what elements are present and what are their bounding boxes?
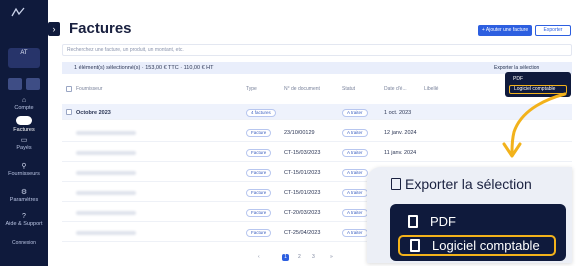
supplier-cell (76, 151, 136, 155)
help-icon: ? (22, 213, 26, 220)
export-pdf-option[interactable]: PDF (398, 211, 556, 232)
type-chip: Facture (246, 189, 272, 197)
bank-icon: ⌂ (21, 97, 27, 104)
sidebar-item-label: Paramètres (9, 197, 39, 203)
status-chip: A traiter (342, 189, 368, 197)
doc-number-cell: CT-15/03/2023 (284, 150, 321, 156)
type-chip: Facture (246, 129, 272, 137)
document-icon (410, 239, 420, 252)
sidebar-item-label: Fournisseurs (8, 171, 40, 177)
group-label: Octobre 2023 (76, 110, 111, 116)
next-page-button[interactable]: » (330, 254, 333, 260)
toggle-right[interactable] (26, 78, 40, 90)
column-header[interactable]: Statut (342, 86, 355, 92)
add-invoice-button[interactable]: + Ajouter une facture (478, 25, 532, 36)
column-header[interactable]: Type (246, 86, 257, 92)
sidebar-item-label: Factures (13, 127, 35, 133)
column-header[interactable]: Libellé (424, 86, 438, 92)
sidebar-item-factures[interactable]: Factures (0, 116, 48, 134)
sidebar-item-parametres[interactable]: ⚙ Paramètres (0, 189, 48, 204)
supplier-cell (76, 131, 136, 135)
export-accounting-software-option[interactable]: Logiciel comptable (398, 235, 556, 256)
view-toggles (8, 78, 40, 90)
callout-arrow (502, 92, 567, 158)
selection-summary: 1 élément(s) sélectionné(s) · 153,00 € T… (74, 65, 214, 71)
option-label: Logiciel comptable (432, 238, 540, 253)
app-logo (10, 6, 26, 20)
sidebar-item-aide[interactable]: ? Aide & Support (0, 213, 48, 228)
page-title: Factures (69, 20, 132, 37)
avatar[interactable]: AT (8, 48, 40, 68)
status-chip: A traiter (342, 229, 368, 237)
prev-page-button[interactable]: ‹ (258, 254, 260, 260)
type-chip: Facture (246, 209, 272, 217)
doc-number-cell: CT-20/03/2023 (284, 210, 321, 216)
sidebar-bottom-label: Connexion (12, 240, 36, 246)
sidebar-item-label: Payés (16, 145, 32, 151)
sidebar-item-label: Compte (14, 105, 34, 111)
sidebar-bottom-link[interactable]: Connexion (0, 240, 48, 246)
date-cell: 12 janv. 2024 (384, 130, 417, 136)
doc-number-cell: CT-25/04/2023 (284, 230, 321, 236)
type-chip: Facture (246, 229, 272, 237)
export-icon (391, 178, 401, 190)
avatar-initials: AT (20, 50, 28, 56)
sidebar-item-payes[interactable]: ▭ Payés (0, 137, 48, 152)
type-chip: 4 factures (246, 109, 276, 117)
date-cell: 1 oct. 2023 (384, 110, 412, 116)
sidebar-item-label: Aide & Support (5, 221, 43, 227)
sidebar: AT ⌂ Compte Factures ▭ Payés ⚲ Fournisse… (0, 0, 48, 266)
supplier-cell (76, 191, 136, 195)
export-dropdown-menu: PDF Logiciel comptable (390, 204, 566, 261)
document-icon (408, 215, 418, 228)
invoice-icon (16, 116, 32, 125)
status-chip: A traiter (342, 209, 368, 217)
doc-number-cell: CT-15/01/2023 (284, 190, 321, 196)
export-button[interactable]: Exporter (535, 25, 571, 36)
status-chip: A traiter (342, 109, 368, 117)
settings-icon: ⚙ (20, 189, 28, 196)
sidebar-item-fournisseurs[interactable]: ⚲ Fournisseurs (0, 163, 48, 178)
page-2-button[interactable]: 2 (298, 254, 301, 260)
column-header[interactable]: N° de document (284, 86, 320, 92)
page-3-button[interactable]: 3 (312, 254, 315, 260)
pagination: ‹ 1 2 3 » (250, 254, 360, 262)
select-all-checkbox[interactable] (66, 86, 72, 92)
status-chip: A traiter (342, 149, 368, 157)
search-icon: ⚲ (21, 163, 27, 170)
toggle-left[interactable] (8, 78, 22, 90)
paid-icon: ▭ (20, 137, 28, 144)
page-1-button[interactable]: 1 (282, 254, 289, 261)
export-selection-title[interactable]: Exporter la sélection (405, 176, 532, 192)
type-chip: Facture (246, 169, 272, 177)
row-checkbox[interactable] (66, 109, 72, 115)
doc-number-cell: CT-15/01/2023 (284, 170, 321, 176)
date-cell: 11 janv. 2024 (384, 150, 417, 156)
status-chip: A traiter (342, 129, 368, 137)
status-chip: A traiter (342, 169, 368, 177)
zoom-callout: Exporter la sélection PDF Logiciel compt… (367, 167, 572, 263)
column-header[interactable]: Date d'é... (384, 86, 407, 92)
supplier-cell (76, 231, 136, 235)
selection-bar: 1 élément(s) sélectionné(s) · 153,00 € T… (62, 62, 572, 74)
supplier-cell (76, 171, 136, 175)
type-chip: Facture (246, 149, 272, 157)
search-input[interactable]: Recherchez une facture, un produit, un m… (62, 44, 572, 56)
option-label: PDF (430, 214, 456, 229)
sidebar-item-compte[interactable]: ⌂ Compte (0, 97, 48, 112)
column-header[interactable]: Fournisseur (76, 86, 102, 92)
collapse-sidebar-icon[interactable]: › (48, 22, 60, 36)
doc-number-cell: 23/10/00129 (284, 130, 315, 136)
supplier-cell (76, 211, 136, 215)
export-pdf-option[interactable]: PDF (509, 75, 567, 84)
